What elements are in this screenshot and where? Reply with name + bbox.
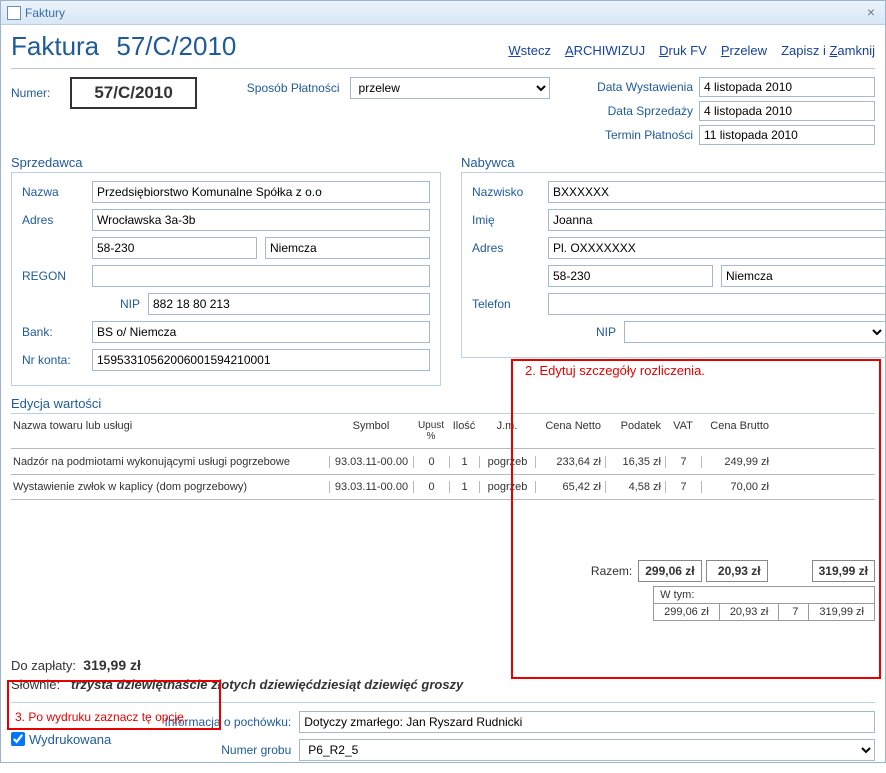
buyer-imie-label: Imię xyxy=(472,213,540,227)
printed-checkbox-label[interactable]: Wydrukowana xyxy=(11,711,111,767)
dates: Data Wystawienia Data Sprzedaży Termin P… xyxy=(573,77,875,149)
data-wyst-label: Data Wystawienia xyxy=(573,80,693,94)
buyer-adres-label: Adres xyxy=(472,241,540,255)
seller-bank-label: Bank: xyxy=(22,325,84,339)
seller-konto-label: Nr konta: xyxy=(22,353,84,367)
data-wyst-input[interactable] xyxy=(699,77,875,97)
seller-adres-label: Adres xyxy=(22,213,84,227)
seller-kod-input[interactable] xyxy=(92,237,257,259)
table-row[interactable]: Wystawienie zwłok w kaplicy (dom pogrzeb… xyxy=(11,474,875,500)
app-window: Faktury × Faktura 57/C/2010 Wstecz ARCHI… xyxy=(0,0,886,763)
wtym-block: W tym: 299,06 zł 20,93 zł 7 319,99 zł xyxy=(11,586,875,621)
grid-header: Nazwa towaru lub usługi Symbol Upust% Il… xyxy=(11,418,875,448)
transfer-link[interactable]: Przelew xyxy=(721,43,767,58)
totals-row: Razem: 299,06 zł 20,93 zł 319,99 zł xyxy=(11,560,875,582)
back-link[interactable]: Wstecz xyxy=(508,43,551,58)
wtym-label: W tym: xyxy=(654,587,874,604)
razem-brutto: 319,99 zł xyxy=(812,560,875,582)
buyer-nip-select[interactable] xyxy=(624,321,886,343)
buyer-imie-input[interactable] xyxy=(548,209,886,231)
sposob-select[interactable]: przelew xyxy=(350,77,550,99)
print-link[interactable]: Druk FV xyxy=(659,43,707,58)
seller-nazwa-label: Nazwa xyxy=(22,185,84,199)
seller-adres-input[interactable] xyxy=(92,209,430,231)
printed-checkbox[interactable] xyxy=(11,732,25,746)
wtym-netto: 299,06 zł xyxy=(654,604,720,620)
seller-bank-input[interactable] xyxy=(92,321,430,343)
info-label: Informacja o pochówku: xyxy=(131,715,291,729)
buyer-nip-label: NIP xyxy=(548,325,616,339)
buyer-adres-input[interactable] xyxy=(548,237,886,259)
razem-label: Razem: xyxy=(591,564,632,578)
grid-title: Edycja wartości xyxy=(11,396,875,414)
save-close-link[interactable]: Zapisz i Zamknij xyxy=(781,43,875,58)
seller-nazwa-input[interactable] xyxy=(92,181,430,203)
footer: Wydrukowana Informacja o pochówku: Numer… xyxy=(11,702,875,767)
seller-miasto-input[interactable] xyxy=(265,237,430,259)
buyer-panel: Nabywca Nazwisko Imię Adres xyxy=(461,155,886,386)
seller-nip-input[interactable] xyxy=(148,293,430,315)
header: Faktura 57/C/2010 Wstecz ARCHIWIZUJ Druk… xyxy=(11,31,875,69)
titlebar: Faktury × xyxy=(1,1,885,25)
buyer-nazwisko-input[interactable] xyxy=(548,181,886,203)
razem-netto: 299,06 zł xyxy=(638,560,701,582)
archive-link[interactable]: ARCHIWIZUJ xyxy=(565,43,645,58)
wtym-vat: 7 xyxy=(779,604,809,620)
sposob-label: Sposób Płatności xyxy=(247,81,340,95)
buyer-miasto-input[interactable] xyxy=(721,265,886,287)
page-title-number: 57/C/2010 xyxy=(116,31,236,61)
seller-regon-input[interactable] xyxy=(92,265,430,287)
buyer-kod-input[interactable] xyxy=(548,265,713,287)
table-row[interactable]: Nadzór na podmiotami wykonującymi usługi… xyxy=(11,448,875,474)
slownie: Słownie: trzysta dziewiętnaście złotych … xyxy=(11,677,875,692)
wtym-brutto: 319,99 zł xyxy=(809,604,874,620)
numer-label: Numer: xyxy=(11,86,50,100)
items-grid: Nazwa towaru lub usługi Symbol Upust% Il… xyxy=(11,418,875,500)
page-title: Faktura 57/C/2010 xyxy=(11,31,236,62)
data-sprz-label: Data Sprzedaży xyxy=(573,104,693,118)
seller-konto-input[interactable] xyxy=(92,349,430,371)
termin-input[interactable] xyxy=(699,125,875,145)
header-actions: Wstecz ARCHIWIZUJ Druk FV Przelew Zapisz… xyxy=(508,43,875,58)
buyer-telefon-label: Telefon xyxy=(472,297,540,311)
buyer-telefon-input[interactable] xyxy=(548,293,886,315)
seller-panel: Sprzedawca Nazwa Adres xyxy=(11,155,441,386)
buyer-title: Nabywca xyxy=(461,155,886,170)
numer-value: 57/C/2010 xyxy=(70,77,196,109)
window-title: Faktury xyxy=(25,6,65,20)
grave-label: Numer grobu xyxy=(131,743,291,757)
wtym-podatek: 20,93 zł xyxy=(720,604,780,620)
data-sprz-input[interactable] xyxy=(699,101,875,121)
termin-label: Termin Płatności xyxy=(573,128,693,142)
razem-podatek: 20,93 zł xyxy=(706,560,768,582)
seller-title: Sprzedawca xyxy=(11,155,441,170)
seller-regon-label: REGON xyxy=(22,269,84,283)
page-title-text: Faktura xyxy=(11,31,99,61)
buyer-nazwisko-label: Nazwisko xyxy=(472,185,540,199)
info-input[interactable] xyxy=(299,711,875,733)
form-icon xyxy=(7,6,21,20)
seller-nip-label: NIP xyxy=(92,297,140,311)
grave-select[interactable]: P6_R2_5 xyxy=(299,739,875,761)
do-zaplaty: Do zapłaty: 319,99 zł xyxy=(11,657,875,673)
close-icon[interactable]: × xyxy=(863,5,879,21)
